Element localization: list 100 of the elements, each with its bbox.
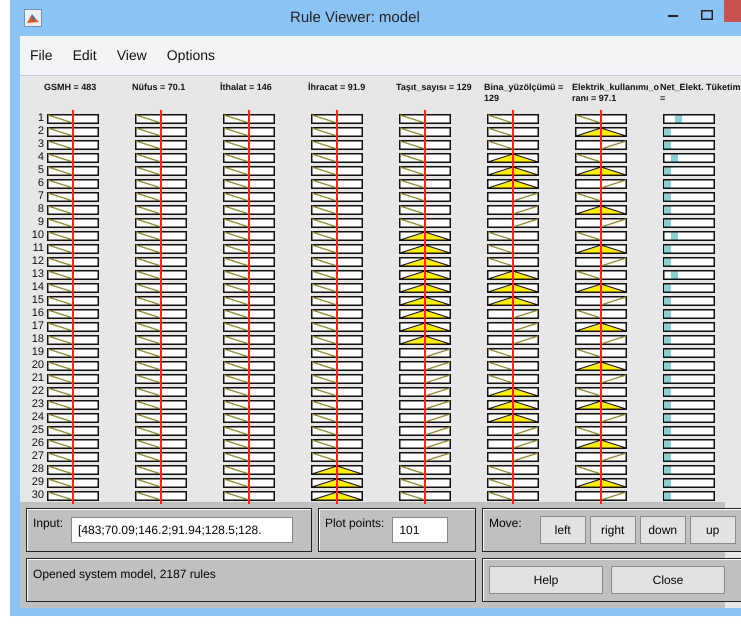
menu-item[interactable]: Options	[156, 47, 226, 64]
output-bar-plot	[663, 308, 715, 318]
falling-membership-plot	[311, 360, 363, 370]
rising-membership-plot	[575, 178, 627, 188]
rising-membership-plot	[575, 296, 627, 306]
rule-number: 21	[30, 372, 44, 385]
rising-membership-plot	[575, 412, 627, 422]
rule-number: 13	[30, 268, 44, 281]
output-bar-plot	[663, 230, 715, 240]
falling-membership-plot	[135, 152, 187, 162]
input-field[interactable]: [483;70.09;146.2;91.94;128.5;128.	[71, 517, 294, 543]
falling-membership-plot	[47, 204, 99, 214]
falling-membership-plot	[135, 386, 187, 396]
rising-membership-plot	[399, 426, 451, 436]
window-title: Rule Viewer: model	[290, 9, 420, 26]
move-button[interactable]: down	[640, 516, 686, 544]
falling-membership-plot	[223, 348, 275, 358]
rule-number: 2	[36, 125, 44, 138]
falling-membership-plot	[575, 114, 627, 124]
input-value-line[interactable]	[160, 110, 162, 504]
output-bar-plot	[663, 282, 715, 292]
triangle-membership-plot	[399, 308, 451, 318]
falling-membership-plot	[223, 140, 275, 150]
falling-membership-plot	[47, 386, 99, 396]
menu-item[interactable]: Edit	[62, 47, 107, 64]
rising-membership-plot	[399, 412, 451, 422]
falling-membership-plot	[311, 322, 363, 332]
triangle-membership-plot	[575, 282, 627, 292]
falling-membership-plot	[223, 360, 275, 370]
input-value-line[interactable]	[248, 110, 250, 504]
rule-number: 7	[36, 190, 44, 203]
falling-membership-plot	[223, 478, 275, 488]
falling-membership-plot	[575, 386, 627, 396]
maximize-icon[interactable]	[701, 10, 713, 20]
falling-membership-plot	[47, 140, 99, 150]
minimize-icon[interactable]	[668, 14, 678, 16]
output-bar-plot	[663, 452, 715, 462]
input-value-line[interactable]	[512, 110, 514, 504]
output-bar-plot	[663, 256, 715, 266]
output-bar-plot	[663, 348, 715, 358]
rule-number: 22	[30, 385, 44, 398]
falling-membership-plot	[223, 152, 275, 162]
falling-membership-plot	[47, 374, 99, 384]
output-bar-plot	[663, 204, 715, 214]
move-button[interactable]: left	[540, 516, 586, 544]
falling-membership-plot	[47, 114, 99, 124]
input-value-line[interactable]	[336, 110, 338, 504]
falling-membership-plot	[223, 282, 275, 292]
falling-membership-plot	[487, 464, 539, 474]
input-value-line[interactable]	[600, 110, 602, 504]
triangle-membership-plot	[575, 244, 627, 254]
falling-membership-plot	[575, 464, 627, 474]
rising-membership-plot	[487, 426, 539, 436]
falling-membership-plot	[311, 178, 363, 188]
falling-membership-plot	[135, 244, 187, 254]
falling-membership-plot	[47, 152, 99, 162]
menu-item[interactable]: File	[20, 47, 63, 64]
input-value-line[interactable]	[424, 110, 426, 504]
rising-membership-plot	[575, 452, 627, 462]
output-bar-plot	[663, 322, 715, 332]
rule-number: 18	[30, 333, 44, 346]
rising-membership-plot	[399, 374, 451, 384]
falling-membership-plot	[575, 308, 627, 318]
falling-membership-plot	[47, 452, 99, 462]
rule-number: 9	[36, 216, 44, 229]
close-dialog-button[interactable]: Close	[611, 566, 725, 594]
help-button[interactable]: Help	[489, 566, 603, 594]
triangle-membership-plot	[487, 412, 539, 422]
move-button[interactable]: right	[590, 516, 636, 544]
falling-membership-plot	[487, 478, 539, 488]
plot-points-field[interactable]: 101	[392, 517, 448, 543]
rule-number: 29	[30, 476, 44, 489]
falling-membership-plot	[399, 218, 451, 228]
falling-membership-plot	[135, 126, 187, 136]
menu-item[interactable]: View	[106, 47, 157, 64]
falling-membership-plot	[487, 348, 539, 358]
falling-membership-plot	[311, 426, 363, 436]
input-value-line[interactable]	[72, 110, 74, 504]
variable-label: Bina_yüzölçümü = 129	[484, 82, 564, 105]
rising-membership-plot	[487, 204, 539, 214]
triangle-membership-plot	[575, 400, 627, 410]
falling-membership-plot	[311, 140, 363, 150]
triangle-membership-plot	[575, 478, 627, 488]
falling-membership-plot	[47, 192, 99, 202]
rising-membership-plot	[575, 490, 627, 500]
rising-membership-plot	[575, 218, 627, 228]
falling-membership-plot	[399, 166, 451, 176]
rising-membership-plot	[487, 322, 539, 332]
rising-membership-plot	[487, 192, 539, 202]
triangle-membership-plot	[399, 270, 451, 280]
output-bar-plot	[663, 270, 715, 280]
falling-membership-plot	[135, 230, 187, 240]
move-button[interactable]: up	[690, 516, 736, 544]
falling-membership-plot	[135, 478, 187, 488]
output-bar-plot	[663, 218, 715, 228]
rising-membership-plot	[575, 140, 627, 150]
triangle-membership-plot	[575, 204, 627, 214]
falling-membership-plot	[47, 270, 99, 280]
falling-membership-plot	[311, 282, 363, 292]
falling-membership-plot	[575, 192, 627, 202]
